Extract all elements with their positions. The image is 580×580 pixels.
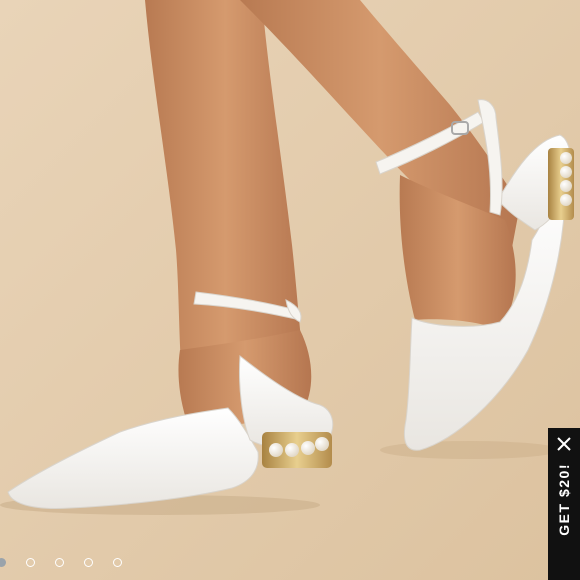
product-photo[interactable]: [0, 0, 580, 580]
carousel-dot[interactable]: [113, 558, 122, 567]
carousel-dot[interactable]: [84, 558, 93, 567]
carousel-indicators: [0, 558, 122, 567]
promo-label: GET $20!: [556, 463, 572, 536]
carousel-dot[interactable]: [55, 558, 64, 567]
carousel-dot[interactable]: [0, 558, 6, 567]
carousel-dot[interactable]: [26, 558, 35, 567]
close-icon[interactable]: [557, 437, 571, 451]
promo-tab[interactable]: GET $20!: [548, 428, 580, 580]
product-image-viewer: GET $20!: [0, 0, 580, 580]
